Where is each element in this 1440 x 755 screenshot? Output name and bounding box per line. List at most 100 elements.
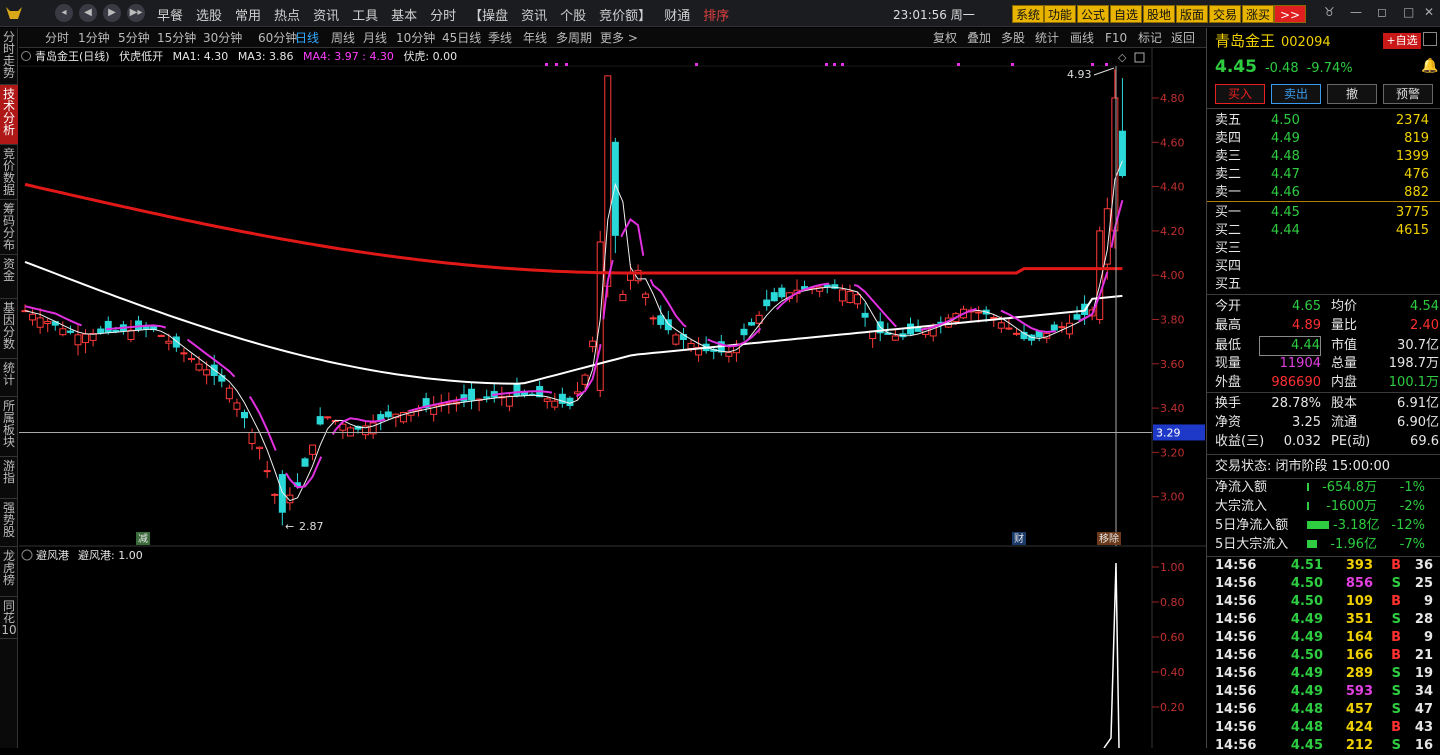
chart-tool-2[interactable]: 多股 [1001, 28, 1025, 48]
candle-body [740, 328, 748, 336]
left-tab-8[interactable]: 游指 [0, 457, 18, 499]
formula-name[interactable]: 伏虎低开 [119, 50, 163, 63]
trade-button-3[interactable]: 预警 [1383, 84, 1433, 104]
sub-collapse-icon[interactable] [21, 549, 33, 561]
toolbar-button-5[interactable]: 版面 [1176, 5, 1209, 23]
add-favorite-button[interactable]: +自选 [1383, 33, 1421, 49]
candle-body [1058, 326, 1066, 329]
toolbar-button-2[interactable]: 公式 [1077, 5, 1110, 23]
restore-icon[interactable]: ◻ [1377, 5, 1387, 19]
left-tab-11[interactable]: 同花10 [0, 597, 18, 639]
tick-time: 14:56 [1215, 684, 1257, 699]
period-12[interactable]: 年线 [523, 28, 547, 48]
toolbar-button-3[interactable]: 自选 [1110, 5, 1143, 23]
chart-tool-4[interactable]: 画线 [1070, 28, 1094, 48]
left-tab-0[interactable]: 分时走势 [0, 28, 18, 85]
left-tab-6[interactable]: 统计 [0, 359, 18, 397]
period-14[interactable]: 更多 > [600, 28, 638, 48]
nav-button-3-icon[interactable]: ▶▸ [127, 4, 145, 22]
toolbar-button-7[interactable]: 涨买 [1242, 5, 1275, 23]
stat-value: 30.7亿 [1397, 338, 1439, 353]
period-7[interactable]: 周线 [331, 28, 355, 48]
bell-icon[interactable]: 🔔 [1421, 58, 1438, 74]
minimize-icon[interactable]: — [1350, 5, 1362, 19]
nav-button-2-icon[interactable]: ▶ [103, 4, 121, 22]
period-3[interactable]: 15分钟 [157, 28, 196, 48]
period-11[interactable]: 季线 [488, 28, 512, 48]
menu-item-5[interactable]: 工具 [352, 9, 378, 24]
menu-item-0[interactable]: 早餐 [157, 9, 183, 24]
collapse-icon[interactable] [21, 51, 31, 61]
toolbar-button-4[interactable]: 股地 [1143, 5, 1176, 23]
trade-button-1[interactable]: 卖出 [1271, 84, 1321, 104]
left-tab-5[interactable]: 基因分数 [0, 299, 18, 359]
toolbar-button-0[interactable]: 系统 [1012, 5, 1045, 23]
kline-chart[interactable]: 4.80 4.60 4.40 4.20 4.00 3.80 3.60 3.40 3.20 3.00… [19, 48, 1206, 748]
candle-body [29, 313, 37, 321]
menu-item-1[interactable]: 选股 [196, 9, 222, 24]
period-5[interactable]: 60分钟 [258, 28, 297, 48]
toolbar-button-6[interactable]: 交易 [1209, 5, 1242, 23]
period-0[interactable]: 分时 [45, 28, 69, 48]
left-tab-1[interactable]: 技术分析 [0, 85, 18, 145]
nav-button-0-icon[interactable]: ◂ [55, 4, 73, 22]
period-9[interactable]: 10分钟 [396, 28, 435, 48]
menu-item-13[interactable]: 排序 [703, 9, 729, 24]
left-tab-7[interactable]: 所属板块 [0, 397, 18, 457]
maximize-icon[interactable]: □ [1403, 5, 1414, 19]
nav-button-1-icon[interactable]: ◀ [79, 4, 97, 22]
period-13[interactable]: 多周期 [556, 28, 592, 48]
panel-restore-icon[interactable] [1423, 32, 1437, 46]
close-icon[interactable]: ✕ [1424, 5, 1434, 19]
bid-level-label: 买一 [1215, 205, 1242, 220]
tick-volume: 424 [1345, 720, 1373, 735]
chart-tool-6[interactable]: 标记 [1138, 28, 1162, 48]
sub-indicator-name[interactable]: 避风港 [36, 548, 69, 562]
toolbar-button-1[interactable]: 功能 [1044, 5, 1077, 23]
tick-count: 25 [1414, 576, 1433, 591]
menu-item-3[interactable]: 热点 [274, 9, 300, 24]
trade-button-2[interactable]: 撤 [1327, 84, 1377, 104]
ask-volume: 476 [1404, 167, 1429, 182]
tick-volume: 166 [1345, 648, 1373, 663]
period-2[interactable]: 5分钟 [118, 28, 150, 48]
ma-red-line [24, 182, 1123, 275]
left-tab-3[interactable]: 筹码分布 [0, 200, 18, 255]
chart-tool-7[interactable]: 返回 [1171, 28, 1195, 48]
chart-tool-1[interactable]: 叠加 [967, 28, 991, 48]
left-tab-10[interactable]: 龙虎榜 [0, 547, 18, 597]
diamond-icon[interactable]: ◇ [1118, 51, 1127, 64]
stat-value: 4.54 [1410, 299, 1439, 314]
menu-item-4[interactable]: 资讯 [313, 9, 339, 24]
toolbar-button-8[interactable]: >> [1274, 5, 1306, 23]
chart-tool-0[interactable]: 复权 [933, 28, 957, 48]
period-10[interactable]: 45日线 [442, 28, 481, 48]
chart-tool-3[interactable]: 统计 [1035, 28, 1059, 48]
restore-pane-icon[interactable] [1134, 52, 1145, 63]
menu-item-9[interactable]: 资讯 [521, 9, 547, 24]
menu-item-7[interactable]: 分时 [430, 9, 456, 24]
trade-button-0[interactable]: 买入 [1215, 84, 1265, 104]
stat-value: 4.65 [1292, 299, 1321, 314]
menu-item-6[interactable]: 基本 [391, 9, 417, 24]
menu-item-8[interactable]: 【操盘 [469, 9, 508, 24]
stat-label: 总量 [1331, 356, 1358, 371]
candle-body [36, 317, 44, 328]
menu-item-2[interactable]: 常用 [235, 9, 261, 24]
candle-body [778, 287, 786, 298]
stat-label: 流通 [1331, 415, 1358, 430]
tick-count: 47 [1414, 702, 1433, 717]
chart-tool-5[interactable]: F10 [1105, 28, 1127, 48]
menu-item-12[interactable]: 财通 [664, 9, 690, 24]
period-6[interactable]: 日线 [295, 28, 319, 48]
left-tab-4[interactable]: 资金 [0, 255, 18, 299]
menu-item-11[interactable]: 竞价额】 [599, 9, 651, 24]
menu-item-10[interactable]: 个股 [560, 9, 586, 24]
candle-body [468, 388, 476, 401]
left-tab-2[interactable]: 竞价数据 [0, 145, 18, 200]
period-4[interactable]: 30分钟 [203, 28, 242, 48]
left-tab-9[interactable]: 强势股 [0, 499, 18, 547]
period-8[interactable]: 月线 [363, 28, 387, 48]
ask-volume: 1399 [1395, 149, 1429, 164]
period-1[interactable]: 1分钟 [78, 28, 110, 48]
